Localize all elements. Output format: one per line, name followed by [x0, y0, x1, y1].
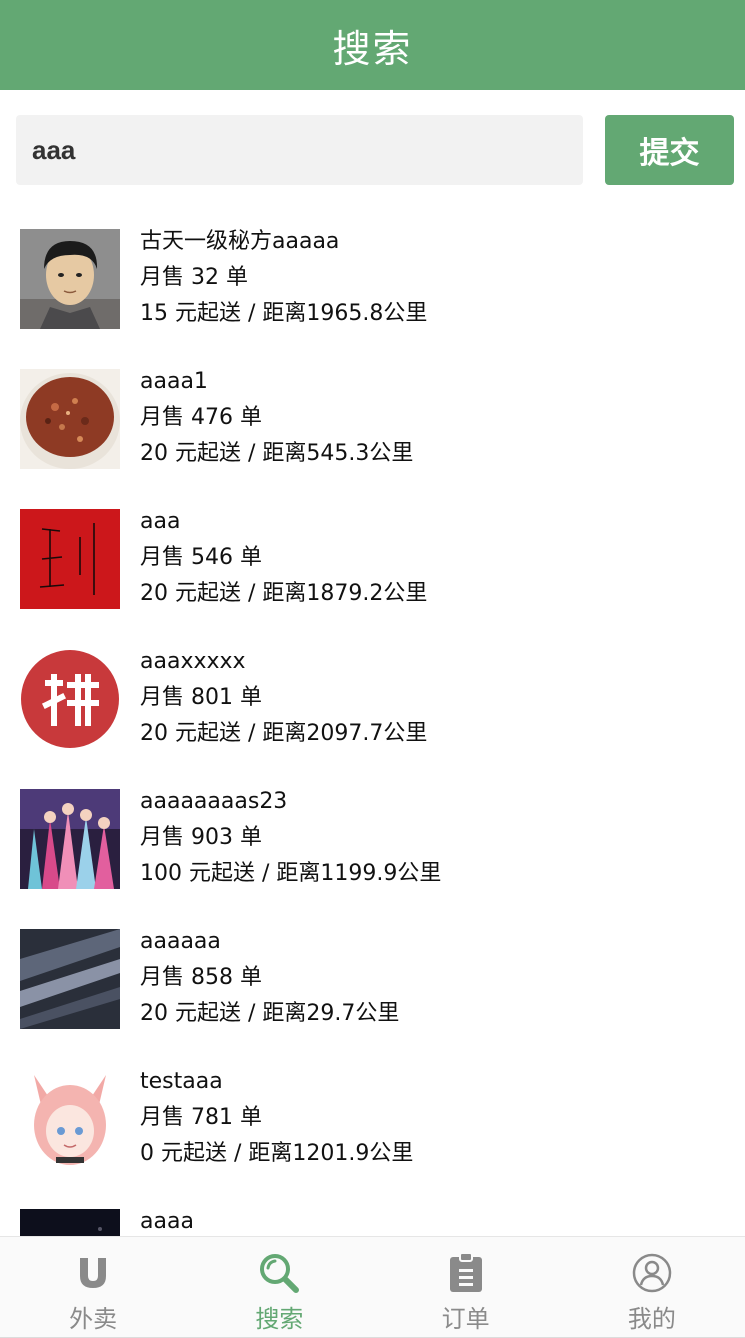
shop-item[interactable]: 古天一级秘方aaaaa 月售 32 单 15 元起送 / 距离1965.8公里: [0, 212, 745, 352]
shop-delivery: 20 元起送 / 距离29.7公里: [140, 1001, 400, 1026]
shop-info: 古天一级秘方aaaaa 月售 32 单 15 元起送 / 距离1965.8公里: [140, 224, 427, 332]
shop-info: testaaa 月售 781 单 0 元起送 / 距离1201.9公里: [140, 1064, 413, 1172]
shop-name: aaaxxxxx: [140, 649, 246, 674]
shop-delivery: 20 元起送 / 距离2097.7公里: [140, 721, 428, 746]
shop-delivery: 100 元起送 / 距离1199.9公里: [140, 861, 442, 886]
shop-sales: 月售 476 单: [140, 405, 262, 430]
page-title: 搜索: [332, 26, 413, 71]
shop-sales: 月售 858 单: [140, 965, 262, 990]
shop-name: 古天一级秘方aaaaa: [140, 229, 340, 254]
shop-info: aaaaaaaas23 月售 903 单 100 元起送 / 距离1199.9公…: [140, 784, 441, 892]
submit-button[interactable]: 提交: [605, 115, 734, 185]
shop-sales: 月售 781 单: [140, 1105, 262, 1130]
anime-foxgirl-image: [20, 1069, 120, 1169]
search-icon: [257, 1251, 301, 1295]
shop-name: aaa: [140, 509, 181, 534]
shop-item[interactable]: aaaaaaaas23 月售 903 单 100 元起送 / 距离1199.9公…: [0, 772, 745, 912]
shop-list: 古天一级秘方aaaaa 月售 32 单 15 元起送 / 距离1965.8公里: [0, 212, 745, 1236]
shop-delivery: 0 元起送 / 距离1201.9公里: [140, 1141, 414, 1166]
user-icon: [630, 1251, 674, 1295]
night-sky-image: [20, 1209, 120, 1236]
shop-thumbnail: [20, 1209, 120, 1236]
shop-delivery: 20 元起送 / 距离1879.2公里: [140, 581, 428, 606]
shop-info: aaaaaa 月售 858 单 20 元起送 / 距离29.7公里: [140, 924, 399, 1032]
shop-item[interactable]: aaa 月售 546 单 20 元起送 / 距离1879.2公里: [0, 492, 745, 632]
shop-item[interactable]: testaaa 月售 781 单 0 元起送 / 距离1201.9公里: [0, 1052, 745, 1192]
shop-thumbnail: [20, 929, 120, 1029]
shop-info: aaaa: [140, 1204, 194, 1236]
shop-name: testaaa: [140, 1069, 223, 1094]
shop-item[interactable]: aaaa: [0, 1192, 745, 1236]
shop-sales: 月售 801 单: [140, 685, 262, 710]
shop-thumbnail: [20, 509, 120, 609]
search-input[interactable]: [16, 115, 583, 185]
search-bar: 提交: [16, 115, 734, 185]
porridge-bowl-image: [20, 369, 120, 469]
shop-sales: 月售 546 单: [140, 545, 262, 570]
tab-profile[interactable]: 我的: [559, 1237, 745, 1337]
tab-label: 订单: [441, 1305, 490, 1333]
shop-sales: 月售 903 单: [140, 825, 262, 850]
pin-logo-image: [20, 649, 120, 749]
tab-takeout[interactable]: 外卖: [0, 1237, 186, 1337]
clipboard-icon: [444, 1251, 488, 1295]
shop-name: aaaa1: [140, 369, 208, 394]
tab-label: 搜索: [255, 1305, 304, 1333]
bottom-tab-bar: 外卖 搜索 订单 我的: [0, 1236, 745, 1338]
u-logo-icon: [71, 1251, 115, 1295]
red-sketch-image: [20, 509, 120, 609]
shop-item[interactable]: aaaxxxxx 月售 801 单 20 元起送 / 距离2097.7公里: [0, 632, 745, 772]
portrait-man-image: [20, 229, 120, 329]
shop-thumbnail: [20, 229, 120, 329]
shop-info: aaaxxxxx 月售 801 单 20 元起送 / 距离2097.7公里: [140, 644, 427, 752]
shop-name: aaaaaaaas23: [140, 789, 288, 814]
shop-info: aaa 月售 546 单 20 元起送 / 距离1879.2公里: [140, 504, 427, 612]
tab-orders[interactable]: 订单: [373, 1237, 559, 1337]
shop-thumbnail: [20, 369, 120, 469]
anime-group-image: [20, 789, 120, 889]
shop-thumbnail: [20, 789, 120, 889]
tab-label: 我的: [627, 1305, 676, 1333]
shop-name: aaaa: [140, 1209, 194, 1234]
tab-search[interactable]: 搜索: [186, 1237, 372, 1337]
dark-fabric-image: [20, 929, 120, 1029]
shop-delivery: 20 元起送 / 距离545.3公里: [140, 441, 414, 466]
shop-info: aaaa1 月售 476 单 20 元起送 / 距离545.3公里: [140, 364, 413, 472]
app-root: 搜索 提交 古天一级秘方aaaaa 月售 32 单: [0, 0, 745, 1338]
shop-thumbnail: [20, 649, 120, 749]
shop-thumbnail: [20, 1069, 120, 1169]
shop-item[interactable]: aaaaaa 月售 858 单 20 元起送 / 距离29.7公里: [0, 912, 745, 1052]
page-header: 搜索: [0, 0, 745, 90]
tab-label: 外卖: [69, 1305, 118, 1333]
shop-name: aaaaaa: [140, 929, 221, 954]
shop-delivery: 15 元起送 / 距离1965.8公里: [140, 301, 428, 326]
shop-item[interactable]: aaaa1 月售 476 单 20 元起送 / 距离545.3公里: [0, 352, 745, 492]
shop-sales: 月售 32 单: [140, 265, 248, 290]
